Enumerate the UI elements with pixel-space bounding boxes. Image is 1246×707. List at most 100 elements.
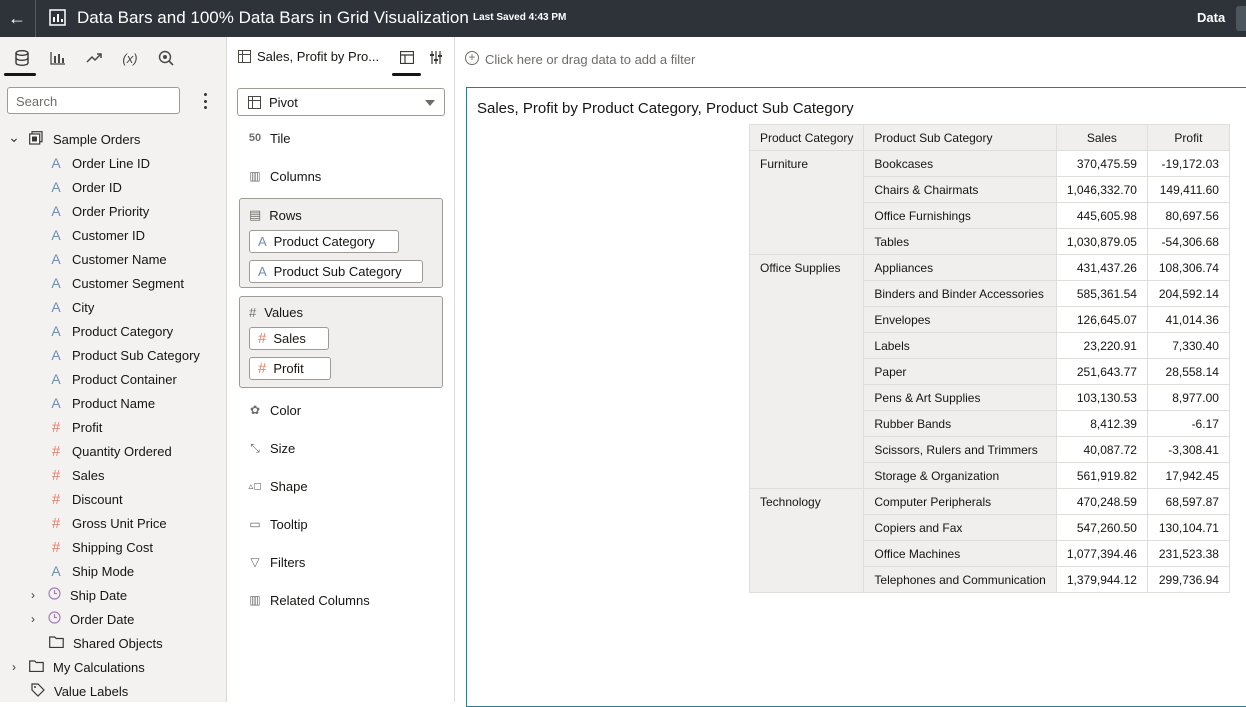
profit-cell[interactable]: 68,597.87 bbox=[1146, 488, 1230, 515]
explain-icon[interactable] bbox=[155, 47, 177, 69]
tree-item[interactable]: › Order Date bbox=[0, 607, 227, 631]
sales-cell[interactable]: 23,220.91 bbox=[1055, 332, 1148, 359]
row-header-sub-category[interactable]: Labels bbox=[863, 332, 1057, 359]
row-header-category[interactable]: Furniture bbox=[748, 150, 865, 255]
profit-cell[interactable]: -3,308.41 bbox=[1146, 436, 1230, 463]
tile-drop-target[interactable]: 50 Tile bbox=[248, 126, 291, 150]
workbook-title[interactable]: Data Bars and 100% Data Bars in Grid Vis… bbox=[77, 8, 469, 28]
row-pill-product-sub-category[interactable]: A Product Sub Category bbox=[249, 260, 423, 283]
row-header-sub-category[interactable]: Appliances bbox=[863, 254, 1057, 281]
profit-cell[interactable]: 17,942.45 bbox=[1146, 462, 1230, 489]
row-header-sub-category[interactable]: Pens & Art Supplies bbox=[863, 384, 1057, 411]
sales-cell[interactable]: 470,248.59 bbox=[1055, 488, 1148, 515]
row-header-sub-category[interactable]: Bookcases bbox=[863, 150, 1057, 177]
tree-item[interactable]: Shared Objects bbox=[0, 631, 227, 655]
profit-cell[interactable]: -54,306.68 bbox=[1146, 228, 1230, 255]
profit-cell[interactable]: 80,697.56 bbox=[1146, 202, 1230, 229]
viz-properties-tab[interactable]: Sales, Profit by Pro... bbox=[238, 49, 379, 64]
profit-cell[interactable]: 7,330.40 bbox=[1146, 332, 1230, 359]
sales-cell[interactable]: 251,643.77 bbox=[1055, 358, 1148, 385]
tooltip-drop-target[interactable]: ▭ Tooltip bbox=[248, 512, 307, 536]
tree-item[interactable]: # Quantity Ordered bbox=[0, 439, 227, 463]
row-header-sub-category[interactable]: Tables bbox=[863, 228, 1057, 255]
value-pill-profit[interactable]: # Profit bbox=[249, 357, 331, 380]
tree-item[interactable]: ⌄ Sample Orders bbox=[0, 127, 227, 151]
column-header[interactable]: Profit bbox=[1146, 124, 1230, 151]
tree-item[interactable]: Value Labels bbox=[0, 679, 227, 703]
tree-item[interactable]: A Customer ID bbox=[0, 223, 227, 247]
chevron-right-icon[interactable]: › bbox=[27, 612, 39, 626]
row-header-sub-category[interactable]: Chairs & Chairmats bbox=[863, 176, 1057, 203]
tree-item[interactable]: A Product Name bbox=[0, 391, 227, 415]
chevron-right-icon[interactable]: › bbox=[8, 660, 20, 674]
row-header-sub-category[interactable]: Binders and Binder Accessories bbox=[863, 280, 1057, 307]
profit-cell[interactable]: 231,523.38 bbox=[1146, 540, 1230, 567]
tree-item[interactable]: A Product Container bbox=[0, 367, 227, 391]
tree-item[interactable]: › My Calculations bbox=[0, 655, 227, 679]
row-header-sub-category[interactable]: Telephones and Communication bbox=[863, 566, 1057, 593]
properties-sliders-icon[interactable] bbox=[429, 50, 443, 65]
layout-icon[interactable] bbox=[400, 51, 414, 64]
column-header[interactable]: Product Sub Category bbox=[863, 124, 1057, 151]
tree-item[interactable]: › Ship Date bbox=[0, 583, 227, 607]
profit-cell[interactable]: -6.17 bbox=[1146, 410, 1230, 437]
tree-item[interactable]: A Product Sub Category bbox=[0, 343, 227, 367]
shape-drop-target[interactable]: ▵◻ Shape bbox=[248, 474, 307, 498]
tree-item[interactable]: A Order Line ID bbox=[0, 151, 227, 175]
profit-cell[interactable]: 204,592.14 bbox=[1146, 280, 1230, 307]
pivot-visualization[interactable]: Sales, Profit by Product Category, Produ… bbox=[466, 87, 1246, 707]
sales-cell[interactable]: 445,605.98 bbox=[1055, 202, 1148, 229]
tree-item[interactable]: # Gross Unit Price bbox=[0, 511, 227, 535]
row-header-sub-category[interactable]: Paper bbox=[863, 358, 1057, 385]
tree-item[interactable]: # Profit bbox=[0, 415, 227, 439]
row-header-sub-category[interactable]: Envelopes bbox=[863, 306, 1057, 333]
related-columns-drop-target[interactable]: ▥ Related Columns bbox=[248, 588, 369, 612]
column-header[interactable]: Product Category bbox=[748, 124, 865, 151]
back-arrow-icon[interactable]: ← bbox=[6, 7, 28, 29]
profit-cell[interactable]: 299,736.94 bbox=[1146, 566, 1230, 593]
sales-cell[interactable]: 1,379,944.12 bbox=[1055, 566, 1148, 593]
row-header-sub-category[interactable]: Scissors, Rulers and Trimmers bbox=[863, 436, 1057, 463]
profit-cell[interactable]: 8,977.00 bbox=[1146, 384, 1230, 411]
row-header-sub-category[interactable]: Copiers and Fax bbox=[863, 514, 1057, 541]
filter-bar[interactable]: + Click here or drag data to add a filte… bbox=[456, 37, 1246, 82]
tree-item[interactable]: # Discount bbox=[0, 487, 227, 511]
data-tab[interactable]: Data bbox=[1197, 10, 1225, 25]
row-header-category[interactable]: Technology bbox=[748, 488, 865, 593]
more-options-icon[interactable] bbox=[200, 93, 210, 109]
add-filter-icon[interactable]: + bbox=[465, 51, 479, 65]
sales-cell[interactable]: 1,030,879.05 bbox=[1055, 228, 1148, 255]
profit-cell[interactable]: 41,014.36 bbox=[1146, 306, 1230, 333]
sales-cell[interactable]: 585,361.54 bbox=[1055, 280, 1148, 307]
database-icon[interactable] bbox=[11, 47, 33, 69]
tree-item[interactable]: A Customer Segment bbox=[0, 271, 227, 295]
sales-cell[interactable]: 103,130.53 bbox=[1055, 384, 1148, 411]
sales-cell[interactable]: 431,437.26 bbox=[1055, 254, 1148, 281]
values-drop-target[interactable]: # Values # Sales # Profit bbox=[239, 296, 443, 388]
search-input[interactable]: Search bbox=[7, 87, 180, 114]
tree-item[interactable]: A City bbox=[0, 295, 227, 319]
tree-item[interactable]: # Sales bbox=[0, 463, 227, 487]
chevron-down-icon[interactable]: ⌄ bbox=[8, 129, 20, 146]
sales-cell[interactable]: 1,077,394.46 bbox=[1055, 540, 1148, 567]
profit-cell[interactable]: 130,104.71 bbox=[1146, 514, 1230, 541]
row-header-sub-category[interactable]: Storage & Organization bbox=[863, 462, 1057, 489]
columns-drop-target[interactable]: ▥ Columns bbox=[248, 164, 321, 188]
calculations-icon[interactable]: (x) bbox=[119, 47, 141, 69]
tree-item[interactable]: A Order ID bbox=[0, 175, 227, 199]
filters-drop-target[interactable]: ▽ Filters bbox=[248, 550, 305, 574]
profit-cell[interactable]: 28,558.14 bbox=[1146, 358, 1230, 385]
row-pill-product-category[interactable]: A Product Category bbox=[249, 230, 399, 253]
tree-item[interactable]: # Shipping Cost bbox=[0, 535, 227, 559]
tree-item[interactable]: A Order Priority bbox=[0, 199, 227, 223]
tree-item[interactable]: A Product Category bbox=[0, 319, 227, 343]
sales-cell[interactable]: 561,919.82 bbox=[1055, 462, 1148, 489]
color-drop-target[interactable]: ✿ Color bbox=[248, 398, 301, 422]
row-header-sub-category[interactable]: Rubber Bands bbox=[863, 410, 1057, 437]
chevron-right-icon[interactable]: › bbox=[27, 588, 39, 602]
size-drop-target[interactable]: ⤡ Size bbox=[248, 436, 295, 460]
sales-cell[interactable]: 40,087.72 bbox=[1055, 436, 1148, 463]
profit-cell[interactable]: -19,172.03 bbox=[1146, 150, 1230, 177]
sales-cell[interactable]: 8,412.39 bbox=[1055, 410, 1148, 437]
sales-cell[interactable]: 126,645.07 bbox=[1055, 306, 1148, 333]
